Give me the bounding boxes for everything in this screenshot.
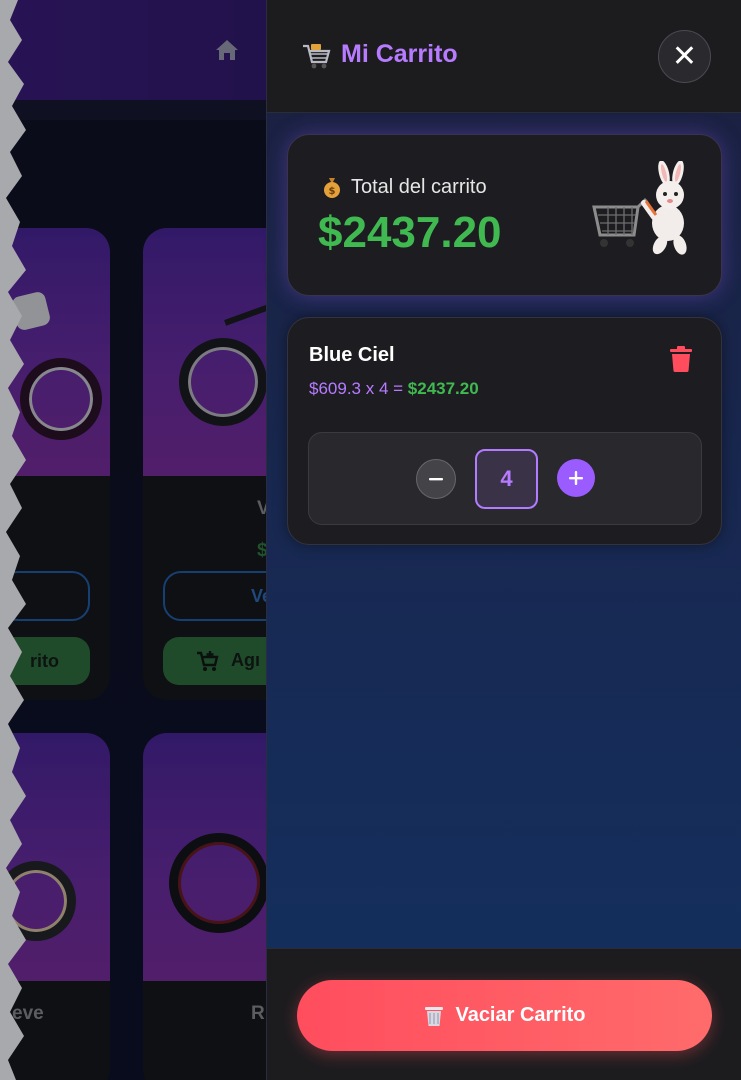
close-button[interactable]: ✕ — [658, 30, 711, 83]
total-value: $2437.20 — [318, 208, 502, 257]
cart-total-card: $ Total del carrito $2437.20 — [287, 134, 722, 296]
svg-text:$: $ — [329, 186, 336, 197]
close-icon: ✕ — [671, 38, 698, 74]
item-price-formula: $609.3 x 4 = $2437.20 — [309, 379, 479, 399]
item-name: Blue Ciel — [309, 344, 395, 366]
bunny-shopping-cart-illustration — [592, 161, 687, 255]
drawer-title: Mi Carrito — [341, 40, 458, 68]
decrease-quantity-button[interactable] — [416, 459, 456, 499]
item-line-total: $2437.20 — [407, 379, 479, 398]
item-unit-expression: $609.3 x 4 = — [309, 379, 408, 398]
cart-drawer: Mi Carrito ✕ $ Total del carrito $2437.2… — [266, 0, 741, 1080]
clear-cart-button[interactable]: Vaciar Carrito — [297, 980, 712, 1051]
clear-cart-label: Vaciar Carrito — [455, 1004, 586, 1026]
delete-item-icon[interactable] — [668, 345, 694, 373]
wastebasket-icon — [425, 1006, 444, 1026]
plus-icon — [569, 471, 583, 485]
quantity-input[interactable] — [475, 449, 538, 509]
drawer-footer: Vaciar Carrito — [267, 948, 741, 1080]
cart-item: Blue Ciel $609.3 x 4 = $2437.20 — [287, 317, 722, 545]
quantity-stepper — [308, 432, 702, 525]
shopping-cart-icon — [303, 44, 331, 69]
drawer-backdrop[interactable] — [0, 0, 266, 1080]
minus-icon — [429, 478, 443, 481]
total-label: Total del carrito — [351, 176, 487, 198]
money-bag-icon: $ — [324, 178, 340, 198]
drawer-header: Mi Carrito ✕ — [267, 0, 741, 113]
increase-quantity-button[interactable] — [557, 459, 595, 497]
